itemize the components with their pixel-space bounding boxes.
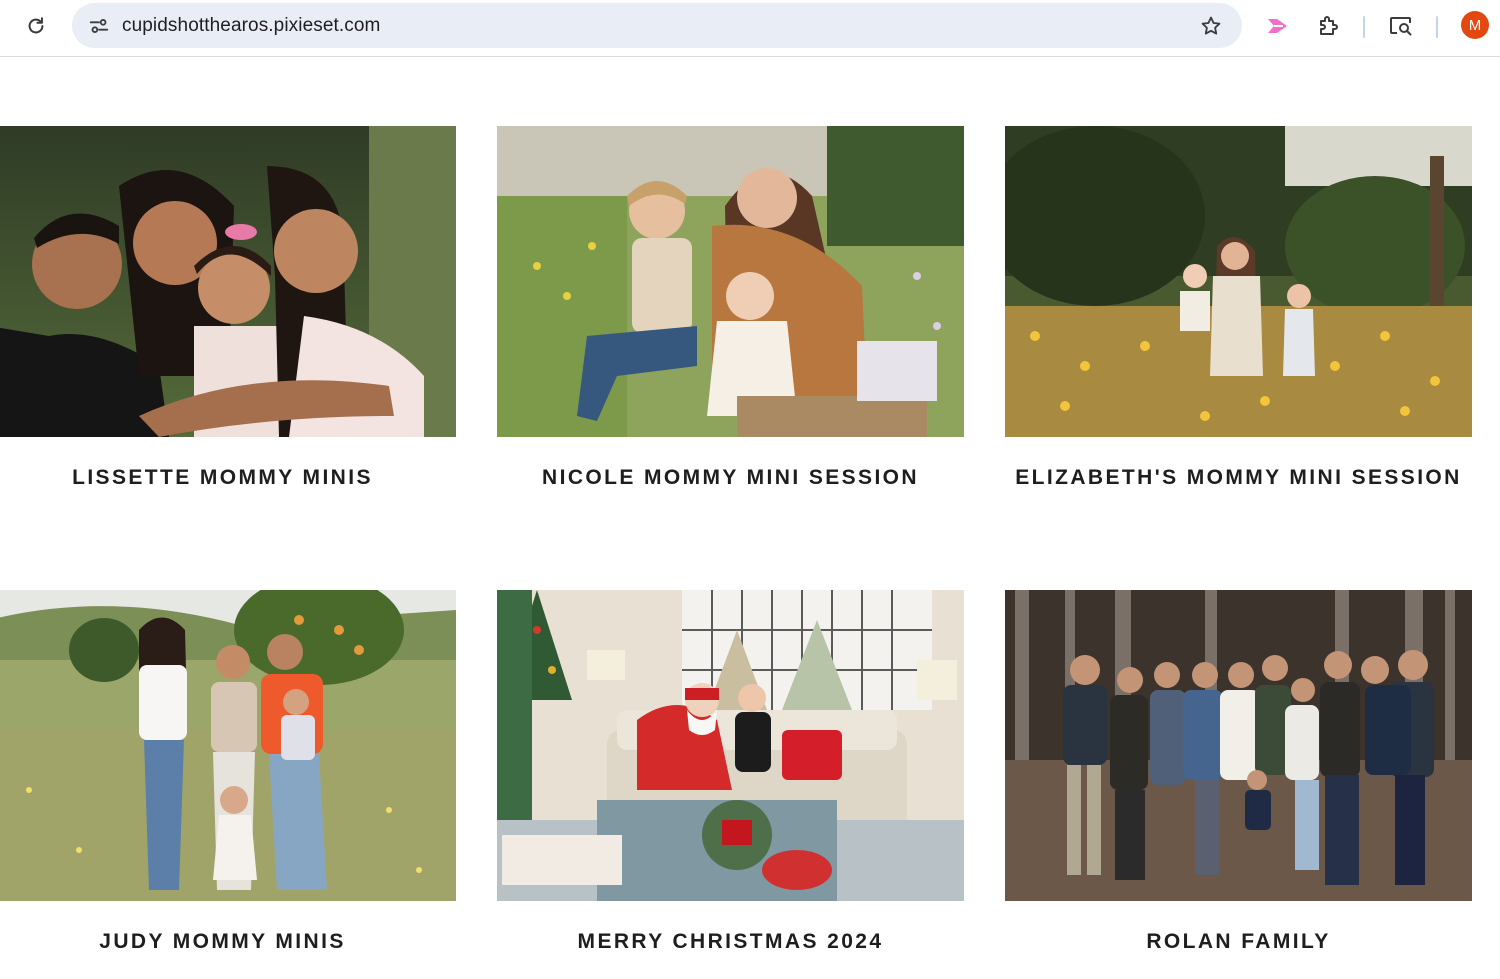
collection-cover-photo[interactable]	[0, 590, 456, 901]
toolbar-divider	[1363, 16, 1365, 38]
extensions-puzzle-icon	[1320, 16, 1338, 35]
family-portrait-image	[0, 126, 456, 437]
extension-pink-icon	[1268, 19, 1287, 33]
profile-avatar[interactable]: M	[1461, 11, 1489, 39]
collection-title[interactable]: ROLAN FAMILY	[1005, 930, 1472, 954]
address-bar[interactable]: cupidshotthearos.pixieset.com	[72, 3, 1242, 48]
collection-cover-photo[interactable]	[497, 590, 964, 901]
collections-gallery: LISSETTE MOMMY MINIS NICOLE MOMMY MINI S…	[0, 58, 1500, 979]
bookmark-star-icon	[1201, 16, 1221, 35]
collection-title[interactable]: JUDY MOMMY MINIS	[0, 930, 456, 954]
family-portrait-image	[1005, 126, 1472, 437]
browser-toolbar: cupidshotthearos.pixieset.com M	[0, 0, 1500, 57]
reload-icon	[28, 17, 44, 34]
cast-search-icon	[1390, 17, 1412, 36]
holiday-studio-image	[497, 590, 964, 901]
collection-title[interactable]: ELIZABETH'S MOMMY MINI SESSION	[1005, 466, 1472, 490]
collection-title[interactable]: NICOLE MOMMY MINI SESSION	[497, 466, 964, 490]
family-portrait-image	[1005, 590, 1472, 901]
collection-cover-photo[interactable]	[497, 126, 964, 437]
collection-card[interactable]: ELIZABETH'S MOMMY MINI SESSION	[1005, 126, 1472, 489]
collection-cover-photo[interactable]	[1005, 126, 1472, 437]
family-portrait-image	[497, 126, 964, 437]
collection-card[interactable]: ROLAN FAMILY	[1005, 590, 1472, 953]
collection-card[interactable]: LISSETTE MOMMY MINIS	[0, 126, 456, 489]
site-info-icon	[89, 19, 109, 33]
site-info-button[interactable]	[82, 9, 116, 43]
cast-search-button[interactable]	[1383, 8, 1419, 44]
toolbar-divider	[1436, 16, 1438, 38]
collection-title[interactable]: LISSETTE MOMMY MINIS	[0, 466, 456, 490]
extension-button-pink[interactable]	[1260, 8, 1296, 44]
bookmark-button[interactable]	[1194, 9, 1228, 43]
collection-cover-photo[interactable]	[0, 126, 456, 437]
extensions-button[interactable]	[1310, 8, 1346, 44]
collection-card[interactable]: MERRY CHRISTMAS 2024	[497, 590, 964, 953]
collection-title[interactable]: MERRY CHRISTMAS 2024	[497, 930, 964, 954]
collection-card[interactable]: JUDY MOMMY MINIS	[0, 590, 456, 953]
collection-card[interactable]: NICOLE MOMMY MINI SESSION	[497, 126, 964, 489]
reload-button[interactable]	[18, 8, 54, 44]
family-portrait-image	[0, 590, 456, 901]
collection-cover-photo[interactable]	[1005, 590, 1472, 901]
url-text[interactable]: cupidshotthearos.pixieset.com	[122, 15, 380, 37]
